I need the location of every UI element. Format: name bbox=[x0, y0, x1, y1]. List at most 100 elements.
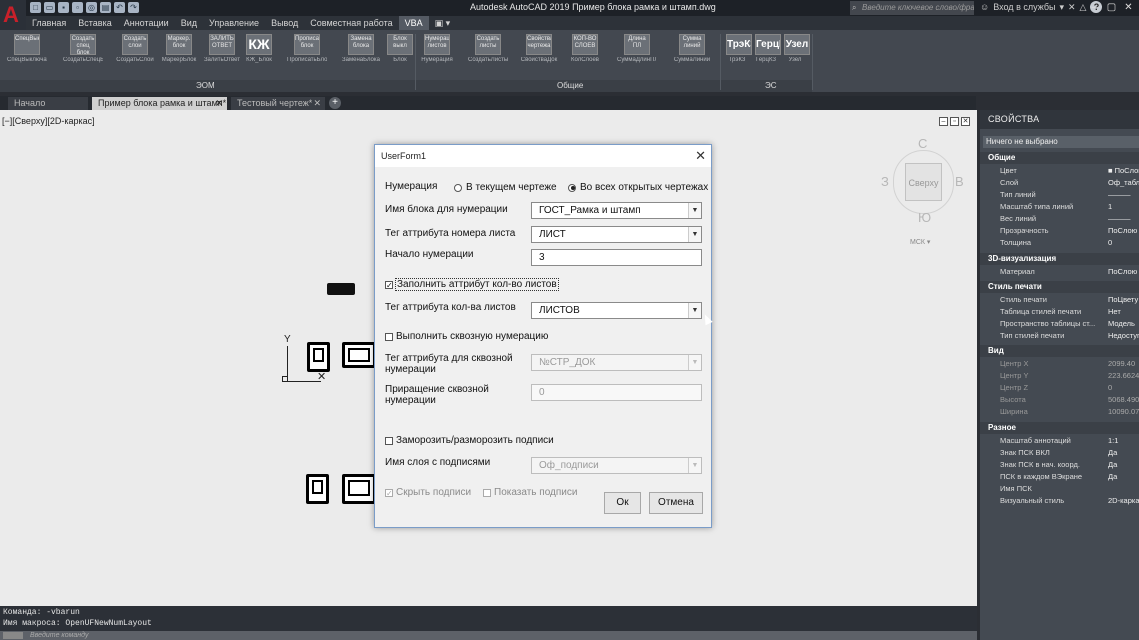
exchange-icon[interactable]: ✕ bbox=[1068, 2, 1076, 13]
web-icon[interactable]: ◎ bbox=[86, 2, 97, 13]
redo-icon[interactable]: ↷ bbox=[128, 2, 139, 13]
ribbon-button-3[interactable]: Создать слои bbox=[122, 34, 148, 55]
saveas-icon[interactable]: ▫ bbox=[72, 2, 83, 13]
fill-count-checkbox[interactable]: ✓ Заполнить аттрибут кол-во листов bbox=[385, 278, 559, 291]
start-number-input[interactable]: 3 bbox=[531, 249, 702, 266]
viewport-close-icon[interactable]: ✕ bbox=[961, 117, 970, 126]
ribbon-button-7[interactable]: Прописать блок bbox=[294, 34, 320, 55]
tab-annotate[interactable]: Аннотации bbox=[118, 16, 175, 30]
panel-title-common[interactable]: Общие bbox=[557, 80, 583, 92]
layer-name-combobox[interactable]: Оф_подписи ▼ bbox=[531, 457, 702, 474]
chevron-down-icon[interactable]: ▼ bbox=[688, 458, 701, 473]
viewcube-north[interactable]: С bbox=[918, 136, 927, 151]
selection-dropdown[interactable]: Ничего не выбрано bbox=[983, 136, 1139, 148]
cart-icon[interactable]: ▾ bbox=[1059, 2, 1064, 13]
minimize-icon[interactable]: – bbox=[1086, 0, 1103, 15]
command-icon[interactable] bbox=[3, 632, 23, 639]
save-icon[interactable]: ▪ bbox=[58, 2, 69, 13]
viewcube-east[interactable]: В bbox=[955, 174, 964, 189]
ribbon-options-icon[interactable]: ▣ ▾ bbox=[429, 16, 457, 30]
show-signatures-checkbox[interactable]: Показать подписи bbox=[483, 487, 577, 498]
close-tab-icon[interactable]: ✕ bbox=[215, 97, 223, 110]
file-tab-test[interactable]: Тестовый чертеж* ✕ bbox=[231, 97, 325, 110]
section-view[interactable]: Вид bbox=[980, 345, 1139, 357]
command-input[interactable]: Введите команду bbox=[0, 631, 977, 640]
prop-row[interactable]: Стиль печати ПоЦвету bbox=[980, 294, 1139, 306]
panel-title-eom[interactable]: ЭОМ bbox=[196, 80, 215, 92]
new-tab-button[interactable]: + bbox=[329, 97, 341, 109]
search-input[interactable]: ⌕ Введите ключевое слово/фразу bbox=[850, 1, 974, 15]
ok-button[interactable]: Ок bbox=[604, 492, 641, 514]
prop-row[interactable]: Высота 5068.490 bbox=[980, 394, 1139, 406]
prop-row[interactable]: Таблица стилей печати Нет bbox=[980, 306, 1139, 318]
increment-input[interactable]: 0 bbox=[531, 384, 702, 401]
print-icon[interactable]: ▤ bbox=[100, 2, 111, 13]
new-icon[interactable]: □ bbox=[30, 2, 41, 13]
ribbon-button-2[interactable]: Создать спец блок bbox=[70, 34, 96, 55]
freeze-signatures-checkbox[interactable]: Заморозить/разморозить подписи bbox=[385, 435, 554, 446]
through-numbering-checkbox[interactable]: Выполнить сквозную нумерацию bbox=[385, 331, 548, 342]
chevron-down-icon[interactable]: ▼ bbox=[688, 303, 701, 318]
file-tab-active[interactable]: Пример блока рамка и штамп* ✕ bbox=[92, 97, 227, 110]
file-tab-start[interactable]: Начало bbox=[8, 97, 88, 110]
section-3d[interactable]: 3D-визуализация bbox=[980, 253, 1139, 265]
maximize-icon[interactable]: ▢ bbox=[1103, 0, 1120, 15]
prop-row[interactable]: Центр Y 223.6624 bbox=[980, 370, 1139, 382]
prop-row[interactable]: Знак ПСК в нач. коорд. Да bbox=[980, 459, 1139, 471]
ribbon-button-8[interactable]: Замена блока bbox=[348, 34, 374, 55]
ribbon-button-12[interactable]: Свойства чертежа bbox=[526, 34, 552, 55]
prop-row[interactable]: Масштаб аннотаций 1:1 bbox=[980, 435, 1139, 447]
hide-signatures-checkbox[interactable]: ✓ Скрыть подписи bbox=[385, 487, 471, 498]
ribbon-button-6[interactable]: КЖ bbox=[246, 34, 272, 55]
tab-vba[interactable]: VBA bbox=[398, 16, 429, 30]
prop-row[interactable]: Знак ПСК ВКЛ Да bbox=[980, 447, 1139, 459]
cancel-button[interactable]: Отмена bbox=[649, 492, 703, 514]
undo-icon[interactable]: ↶ bbox=[114, 2, 125, 13]
viewcube-south[interactable]: Ю bbox=[918, 210, 931, 225]
panel-title-es[interactable]: ЭС bbox=[765, 80, 777, 92]
ribbon-button-15[interactable]: Сумма линий bbox=[679, 34, 705, 55]
section-general[interactable]: Общие bbox=[980, 152, 1139, 164]
count-tag-combobox[interactable]: ЛИСТОВ ▼ bbox=[531, 302, 702, 319]
tab-output[interactable]: Вывод bbox=[265, 16, 304, 30]
section-misc[interactable]: Разное bbox=[980, 422, 1139, 434]
ucs-menu[interactable]: МСК ▾ bbox=[910, 238, 930, 246]
chevron-down-icon[interactable]: ▼ bbox=[688, 203, 701, 218]
prop-row[interactable]: Вес линий ——— bbox=[980, 213, 1139, 225]
ribbon-button-13[interactable]: КОП-ВО СЛОЕВ bbox=[572, 34, 598, 55]
chevron-down-icon[interactable]: ▼ bbox=[688, 227, 701, 242]
ribbon-button-1[interactable]: СпецВыкл bbox=[14, 34, 40, 55]
block-name-combobox[interactable]: ГОСТ_Рамка и штамп ▼ bbox=[531, 202, 702, 219]
tab-collaborate[interactable]: Совместная работа bbox=[304, 16, 398, 30]
prop-row[interactable]: Центр X 2099.40 bbox=[980, 358, 1139, 370]
signin-button[interactable]: Вход в службы bbox=[993, 2, 1055, 12]
ribbon-button-18[interactable]: Узел bbox=[784, 34, 810, 55]
tab-home[interactable]: Главная bbox=[26, 16, 72, 30]
prop-row[interactable]: ПСК в каждом ВЭкране Да bbox=[980, 471, 1139, 483]
ribbon-button-10[interactable]: Нумерация листов bbox=[424, 34, 450, 55]
viewport-restore-icon[interactable]: ▫ bbox=[950, 117, 959, 126]
user-icon[interactable]: ☺ bbox=[980, 2, 989, 12]
radio-all-drawings[interactable]: Во всех открытых чертежах bbox=[568, 182, 708, 193]
autocad-logo-icon[interactable]: A bbox=[0, 0, 26, 34]
prop-row[interactable]: Цвет ■ ПоСлою bbox=[980, 165, 1139, 177]
prop-row[interactable]: Тип линий ——— bbox=[980, 189, 1139, 201]
viewport-minimize-icon[interactable]: – bbox=[939, 117, 948, 126]
section-plot-style[interactable]: Стиль печати bbox=[980, 281, 1139, 293]
tab-insert[interactable]: Вставка bbox=[72, 16, 117, 30]
ribbon-button-5[interactable]: ЗАЛИТЬ ОТВЕТ bbox=[209, 34, 235, 55]
ribbon-button-4[interactable]: Маркер. блок bbox=[166, 34, 192, 55]
tab-view[interactable]: Вид bbox=[175, 16, 203, 30]
prop-row[interactable]: Центр Z 0 bbox=[980, 382, 1139, 394]
tab-manage[interactable]: Управление bbox=[203, 16, 265, 30]
prop-row[interactable]: Прозрачность ПоСлою bbox=[980, 225, 1139, 237]
prop-row[interactable]: Визуальный стиль 2D-карка bbox=[980, 495, 1139, 507]
viewcube-face[interactable]: Сверху bbox=[905, 163, 942, 201]
prop-row[interactable]: Материал ПоСлою bbox=[980, 266, 1139, 278]
ribbon-button-14[interactable]: Длина ПЛ bbox=[624, 34, 650, 55]
viewcube-west[interactable]: З bbox=[881, 174, 889, 189]
through-tag-combobox[interactable]: №СТР_ДОК ▼ bbox=[531, 354, 702, 371]
ribbon-button-11[interactable]: Создать листы bbox=[475, 34, 501, 55]
prop-row[interactable]: Пространство таблицы ст... Модель bbox=[980, 318, 1139, 330]
prop-row[interactable]: Масштаб типа линий 1 bbox=[980, 201, 1139, 213]
